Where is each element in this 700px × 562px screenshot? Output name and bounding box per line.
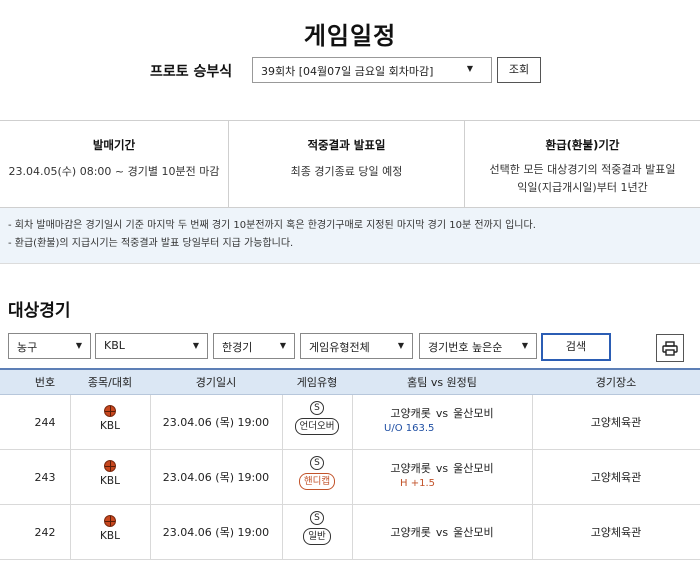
venue: 고양체육관 [590,526,642,539]
game-type-badge: 일반 [303,528,331,545]
round-selector-row: 프로토 승부식 39회차 [04월07일 금요일 회차마감] ▼ 조회 [0,57,700,83]
sort-filter-select[interactable]: 경기번호 높은순 ▼ [419,333,537,359]
game-datetime: 23.04.06 (목) 19:00 [162,526,270,539]
game-number: 243 [34,471,56,484]
table-header: 번호 종목/대회 경기일시 게임유형 홈팀 vs 원정팀 경기장소 [0,368,700,395]
sale-period-text: 23.04.05(수) 08:00 ~ 경기별 10분전 마감 [8,165,220,178]
teams: 고양캐롯 vs 울산모비 [352,524,532,540]
home-team: 고양캐롯 [390,462,431,475]
search-button[interactable]: 검색 [541,333,611,361]
table-row[interactable]: 243 KBL 23.04.06 (목) 19:00 S 핸디캡 고양캐롯 vs 울… [0,450,700,505]
game-type-cell: S 일반 [282,505,352,560]
table-row[interactable]: 242 KBL 23.04.06 (목) 19:00 S 일반 고양캐롯 vs 울산… [0,505,700,560]
header-game-type: 게임유형 [296,376,338,389]
refund-period-text: 선택한 모든 대상경기의 적중결과 발표일 익일(지급개시일)부터 1년간 [465,161,700,197]
result-date-text: 최종 경기종료 당일 예정 [290,165,403,178]
game-type-badge: 언더오버 [294,418,340,435]
caret-down-icon: ▼ [397,341,404,350]
league-name: KBL [100,530,120,542]
sport-league-cell: KBL [70,395,150,450]
table-row[interactable]: 244 KBL 23.04.06 (목) 19:00 S 언더오버 고양캐롯 vs… [0,395,700,450]
header-sport-league: 종목/대회 [87,376,133,389]
sale-period-column: 발매기간 23.04.05(수) 08:00 ~ 경기별 10분전 마감 [0,121,229,209]
game-count-filter-select[interactable]: 한경기 ▼ [213,333,295,359]
game-type-badge: 핸디캡 [298,473,336,490]
notice-line: - 환급(환불)의 지급시기는 적중결과 발표 당일부터 지급 가능합니다. [8,238,294,249]
sale-period-heading: 발매기간 [92,138,136,152]
game-datetime: 23.04.06 (목) 19:00 [162,471,270,484]
caret-down-icon: ▼ [75,341,82,350]
game-type-mark: S [310,456,324,470]
printer-icon [662,340,678,356]
teams: 고양캐롯 vs 울산모비 [352,405,532,421]
sale-info-box: 발매기간 23.04.05(수) 08:00 ~ 경기별 10분전 마감 적중결… [0,120,700,209]
away-team: 울산모비 [453,526,494,539]
notice-box: - 회차 발매마감은 경기일시 기준 마지막 두 번째 경기 10분전까지 혹은… [0,208,700,264]
basketball-icon [104,515,116,527]
handicap-value: H +1.5 [400,478,435,489]
print-button[interactable] [656,334,684,362]
sport-league-cell: KBL [70,450,150,505]
round-select-value: 39회차 [04월07일 금요일 회차마감] [261,65,434,78]
game-type-filter-value: 게임유형전체 [309,341,370,354]
page-title: 게임일정 [303,22,397,50]
sport-league-cell: KBL [70,505,150,560]
home-team: 고양캐롯 [390,526,431,539]
vs-label: vs [435,526,449,539]
game-type-mark: S [310,401,324,415]
caret-down-icon: ▼ [192,341,199,350]
sort-filter-value: 경기번호 높은순 [428,341,503,354]
teams-cell: 고양캐롯 vs 울산모비 H +1.5 [352,450,532,505]
game-count-filter-value: 한경기 [222,341,253,354]
teams-cell: 고양캐롯 vs 울산모비 U/O 163.5 [352,395,532,450]
header-number: 번호 [34,376,56,389]
header-teams: 홈팀 vs 원정팀 [407,376,477,389]
refund-period-line-1: 선택한 모든 대상경기의 적중결과 발표일 [489,163,676,176]
game-type-cell: S 핸디캡 [282,450,352,505]
game-datetime: 23.04.06 (목) 19:00 [162,416,270,429]
league-filter-value: KBL [104,339,125,352]
league-filter-select[interactable]: KBL ▼ [95,333,208,359]
game-number: 242 [34,526,56,539]
league-name: KBL [100,475,120,487]
result-date-heading: 적중결과 발표일 [307,138,386,152]
refund-period-column: 환급(환불)기간 선택한 모든 대상경기의 적중결과 발표일 익일(지급개시일)… [465,121,700,209]
game-number: 244 [34,416,56,429]
handicap-value: U/O 163.5 [384,423,435,434]
section-title: 대상경기 [8,301,71,321]
game-type-cell: S 언더오버 [282,395,352,450]
header-datetime: 경기일시 [195,376,237,389]
teams-cell: 고양캐롯 vs 울산모비 [352,505,532,560]
notice-line: - 회차 발매마감은 경기일시 기준 마지막 두 번째 경기 10분전까지 혹은… [8,220,536,231]
refund-period-line-2: 익일(지급개시일)부터 1년간 [517,181,648,194]
away-team: 울산모비 [453,407,494,420]
query-button[interactable]: 조회 [497,57,541,83]
header-venue: 경기장소 [595,376,637,389]
game-type-filter-select[interactable]: 게임유형전체 ▼ [300,333,413,359]
league-name: KBL [100,420,120,432]
round-select[interactable]: 39회차 [04월07일 금요일 회차마감] ▼ [252,57,492,83]
venue: 고양체육관 [590,416,642,429]
caret-down-icon: ▼ [279,341,286,350]
result-date-column: 적중결과 발표일 최종 경기종료 당일 예정 [229,121,465,209]
round-label: 프로토 승부식 [150,64,233,80]
caret-down-icon: ▼ [521,341,528,350]
home-team: 고양캐롯 [390,407,431,420]
sport-filter-value: 농구 [17,341,38,354]
caret-down-icon: ▼ [466,64,473,73]
game-type-mark: S [310,511,324,525]
basketball-icon [104,405,116,417]
vs-label: vs [435,462,449,475]
refund-period-heading: 환급(환불)기간 [545,138,620,152]
basketball-icon [104,460,116,472]
sport-filter-select[interactable]: 농구 ▼ [8,333,91,359]
teams: 고양캐롯 vs 울산모비 [352,460,532,476]
away-team: 울산모비 [453,462,494,475]
venue: 고양체육관 [590,471,642,484]
vs-label: vs [435,407,449,420]
